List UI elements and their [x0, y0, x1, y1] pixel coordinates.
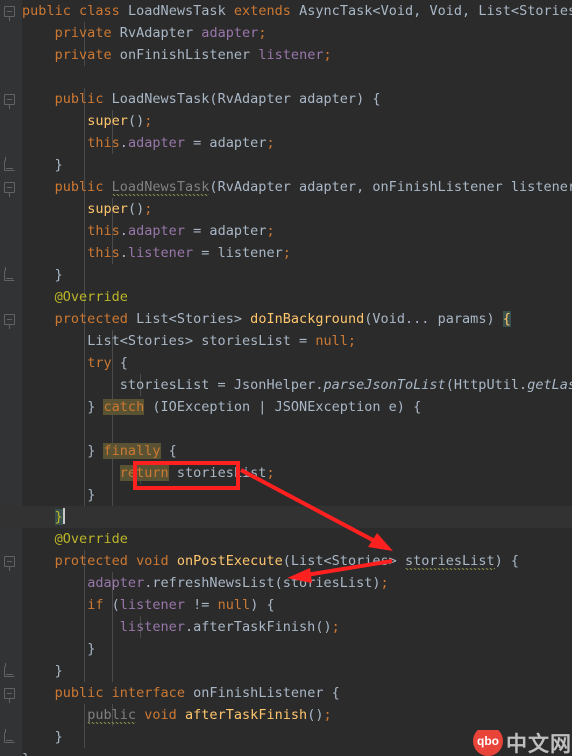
fold-marker-line-32[interactable]	[4, 688, 15, 703]
code-line[interactable]: return storiesList;	[22, 462, 572, 484]
code-line[interactable]: protected void onPostExecute(List<Storie…	[22, 550, 572, 572]
code-line[interactable]: this.listener = listener;	[22, 242, 572, 264]
fold-marker-line-34[interactable]	[4, 729, 15, 743]
code-line[interactable]: listener.afterTaskFinish();	[22, 616, 572, 638]
code-line[interactable]: public interface onFinishListener {	[22, 682, 572, 704]
code-line[interactable]: public LoadNewsTask(RvAdapter adapter) {	[22, 88, 572, 110]
fold-marker-line-26[interactable]	[4, 556, 15, 571]
code-line[interactable]	[22, 418, 572, 440]
code-line[interactable]: public LoadNewsTask(RvAdapter adapter, o…	[22, 176, 572, 198]
code-line[interactable]: }	[22, 506, 572, 528]
code-line[interactable]: } finally {	[22, 440, 572, 462]
code-line[interactable]: }	[22, 154, 572, 176]
code-line[interactable]: this.adapter = adapter;	[22, 220, 572, 242]
code-line[interactable]: private RvAdapter adapter;	[22, 22, 572, 44]
code-line[interactable]: }	[22, 484, 572, 506]
code-line[interactable]: super();	[22, 110, 572, 132]
code-line[interactable]: if (listener != null) {	[22, 594, 572, 616]
code-line[interactable]: super();	[22, 198, 572, 220]
watermark: qbo 中文网	[473, 730, 572, 756]
code-line[interactable]: }	[22, 638, 572, 660]
code-line[interactable]: @Override	[22, 528, 572, 550]
code-line[interactable]: public void afterTaskFinish();	[22, 704, 572, 726]
code-line[interactable]: @Override	[22, 286, 572, 308]
fold-marker-line-13[interactable]	[4, 267, 15, 281]
fold-marker-line-1[interactable]	[4, 6, 15, 21]
fold-marker-line-31[interactable]	[4, 663, 15, 677]
code-line[interactable]: try {	[22, 352, 572, 374]
code-line[interactable]: private onFinishListener listener;	[22, 44, 572, 66]
watermark-text: 中文网	[506, 733, 572, 756]
code-line[interactable]: protected List<Stories> doInBackground(V…	[22, 308, 572, 330]
watermark-badge-icon: qbo	[473, 730, 503, 756]
code-editor-screenshot: public class LoadNewsTask extends AsyncT…	[0, 0, 572, 756]
code-line[interactable]: this.adapter = adapter;	[22, 132, 572, 154]
text-caret	[62, 508, 65, 524]
code-text-area[interactable]: public class LoadNewsTask extends AsyncT…	[0, 0, 572, 756]
code-line[interactable]: }	[22, 264, 572, 286]
code-line[interactable]: List<Stories> storiesList = null;	[22, 330, 572, 352]
fold-marker-line-9[interactable]	[4, 182, 15, 197]
code-line[interactable]: } catch (IOException | JSONException e) …	[22, 396, 572, 418]
code-line[interactable]: }	[22, 660, 572, 682]
code-line[interactable]: storiesList = JsonHelper.parseJsonToList…	[22, 374, 572, 396]
code-line[interactable]: adapter.refreshNewsList(storiesList);	[22, 572, 572, 594]
editor-gutter[interactable]	[0, 0, 22, 756]
fold-marker-line-5[interactable]	[4, 94, 15, 109]
fold-marker-line-15[interactable]	[4, 314, 15, 329]
fold-marker-line-8[interactable]	[4, 157, 15, 171]
code-line[interactable]	[22, 66, 572, 88]
code-line[interactable]: public class LoadNewsTask extends AsyncT…	[22, 0, 572, 22]
